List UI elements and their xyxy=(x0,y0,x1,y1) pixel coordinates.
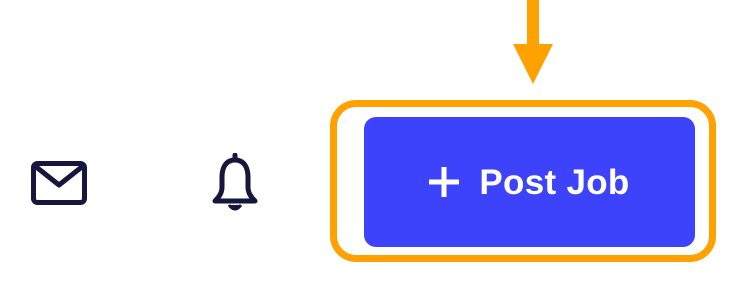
notifications-button[interactable] xyxy=(202,146,268,220)
mail-button[interactable] xyxy=(26,150,92,216)
annotation-arrow xyxy=(513,0,553,84)
mail-icon xyxy=(31,161,87,205)
bell-icon xyxy=(212,153,258,211)
plus-icon xyxy=(429,167,460,197)
post-job-label: Post Job xyxy=(479,162,630,202)
post-job-button[interactable]: Post Job xyxy=(364,117,695,247)
